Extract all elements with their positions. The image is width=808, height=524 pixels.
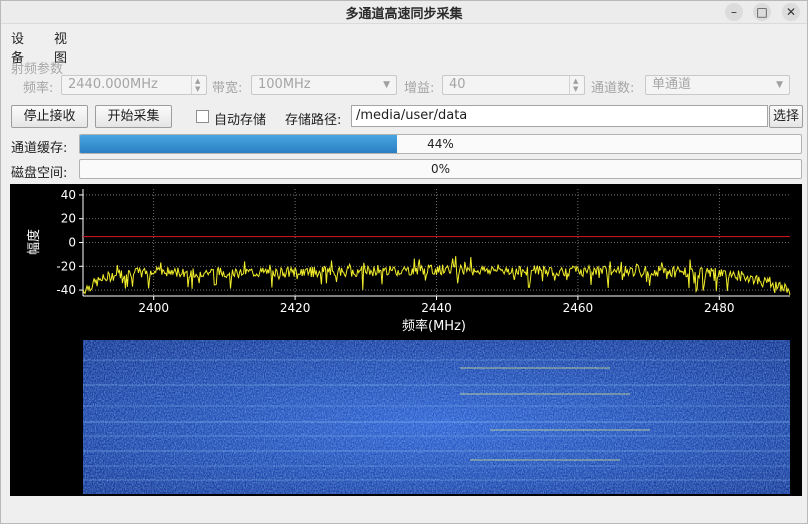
disk-label: 磁盘空间:: [11, 166, 68, 181]
x-axis-label: 频率(MHz): [402, 318, 466, 334]
bandwidth-value: 100MHz: [258, 77, 311, 92]
minimize-icon[interactable]: –: [725, 3, 743, 21]
rf-section-label: 射频参数: [11, 62, 64, 77]
x-tick-label: 2480: [704, 301, 735, 315]
gain-label: 增益:: [404, 81, 435, 96]
x-tick-label: 2440: [421, 301, 452, 315]
stop-receive-button[interactable]: 停止接收: [11, 105, 88, 128]
waterfall-heatmap: [83, 340, 790, 494]
storage-path-value: /media/user/data: [356, 108, 468, 123]
bandwidth-label: 带宽:: [212, 81, 243, 96]
y-tick-label: 40: [61, 188, 76, 202]
buffer-label: 通道缓存:: [11, 141, 68, 156]
gain-spin-arrows-icon[interactable]: ▲ ▼: [569, 76, 584, 94]
freq-value: 2440.000MHz: [68, 77, 158, 92]
disk-progress-text: 0%: [430, 162, 451, 176]
channels-select[interactable]: 单通道 ▼: [645, 75, 790, 95]
storage-path-input[interactable]: /media/user/data: [351, 105, 768, 127]
autosave-checkbox[interactable]: [196, 110, 209, 123]
maximize-icon[interactable]: □: [753, 3, 771, 21]
start-capture-button[interactable]: 开始采集: [95, 105, 172, 128]
title-bar: 多通道高速同步采集 – □ ✕: [1, 1, 807, 24]
channels-label: 通道数:: [591, 81, 635, 96]
channels-value: 单通道: [652, 77, 692, 92]
window-title: 多通道高速同步采集: [345, 7, 463, 22]
freq-spin-arrows-icon[interactable]: ▲ ▼: [191, 76, 206, 94]
gain-value: 40: [449, 77, 466, 92]
choose-path-button[interactable]: 选择: [769, 105, 803, 128]
freq-label: 频率:: [23, 81, 54, 96]
autosave-label: 自动存储: [214, 113, 267, 128]
x-tick-label: 2460: [563, 301, 594, 315]
app-window: 多通道高速同步采集 – □ ✕ 设备 视图 射频参数 频率: 2440.000M…: [0, 0, 808, 524]
bandwidth-select[interactable]: 100MHz ▼: [251, 75, 397, 95]
chevron-down-icon: ▼: [776, 80, 783, 90]
buffer-progress-text: 44%: [427, 137, 454, 151]
spectrum-panel: 2400 2420 2440 2460 2480 40 20 0 -20 -40 频率(MHz) …: [10, 184, 802, 496]
chevron-down-icon: ▼: [383, 80, 390, 90]
freq-spinbox[interactable]: 2440.000MHz ▲ ▼: [61, 75, 207, 95]
y-tick-label: -40: [56, 283, 76, 297]
close-icon[interactable]: ✕: [782, 3, 800, 21]
y-tick-label: 0: [68, 236, 76, 250]
gain-spinbox[interactable]: 40 ▲ ▼: [442, 75, 585, 95]
storage-path-label: 存储路径:: [285, 113, 342, 128]
spectrum-chart: 2400 2420 2440 2460 248040200-20-40 频率(MHz) …: [26, 188, 791, 494]
y-axis-label: 幅度: [26, 229, 42, 255]
buffer-progress-bar: 44%: [79, 134, 802, 154]
y-tick-label: -20: [56, 259, 76, 273]
x-tick-label: 2400: [138, 301, 169, 315]
y-tick-label: 20: [61, 212, 76, 226]
disk-progress-bar: 0%: [79, 159, 802, 179]
x-tick-label: 2420: [280, 301, 311, 315]
